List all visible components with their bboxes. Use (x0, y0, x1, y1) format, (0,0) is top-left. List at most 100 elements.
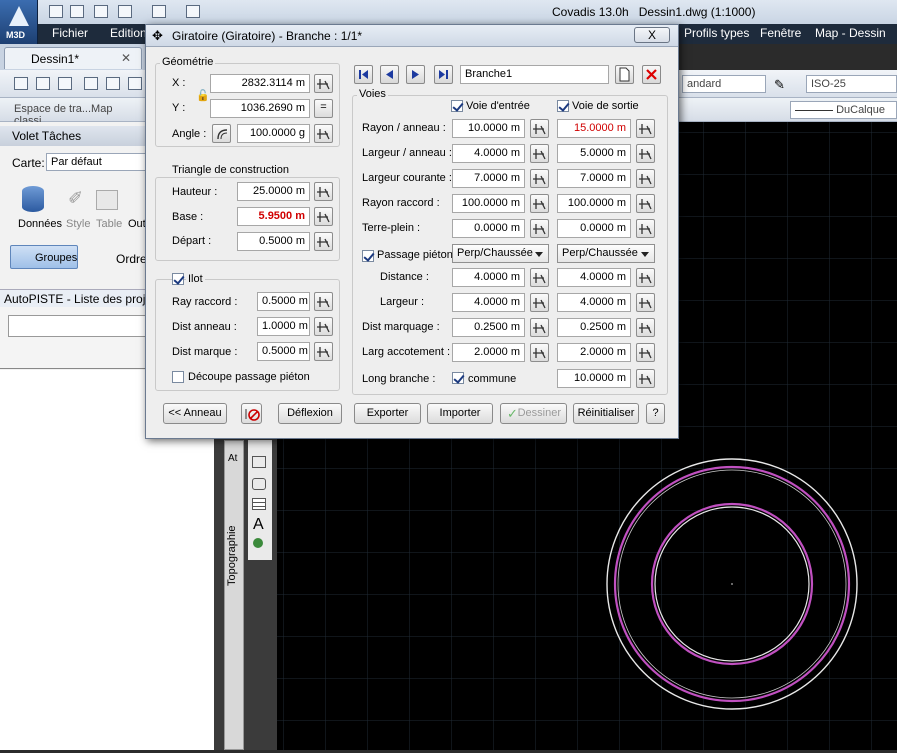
pick-entree-button[interactable] (530, 169, 549, 188)
deflexion-button[interactable]: Déflexion (278, 403, 342, 424)
depart-field[interactable]: 0.5000 m (237, 232, 310, 251)
voie-sortie-field[interactable]: 15.0000 m (557, 119, 631, 138)
voie-sortie-field[interactable]: 2.0000 m (557, 343, 631, 362)
menu-map-dessin[interactable]: Map - Dessin (815, 26, 886, 40)
voie-sortie-field[interactable]: 5.0000 m (557, 144, 631, 163)
text-tool-icon[interactable]: A (253, 516, 264, 534)
dim-style-select[interactable]: ISO-25 (806, 75, 897, 93)
print-icon[interactable] (84, 77, 98, 90)
previous-branch-button[interactable] (380, 65, 399, 84)
pick-sortie-button[interactable] (636, 144, 655, 163)
pick-sortie-button[interactable] (636, 268, 655, 287)
groupes-button[interactable]: Groupes (10, 245, 78, 269)
pick-entree-button[interactable] (530, 318, 549, 337)
pick-dist-marque-button[interactable] (314, 342, 333, 361)
passage-sortie-select[interactable]: Perp/Chaussée (557, 244, 655, 263)
text-style-select[interactable]: andard (682, 75, 766, 93)
menu-fenetre[interactable]: Fenêtre (760, 26, 801, 40)
pick-sortie-button[interactable] (636, 343, 655, 362)
rectangle-tool-icon[interactable] (252, 456, 266, 468)
voie-sortie-field[interactable]: 100.0000 m (557, 194, 631, 213)
equal-button[interactable]: = (314, 99, 333, 118)
pick-sortie-button[interactable] (636, 219, 655, 238)
layer-select[interactable]: DuCalque (790, 101, 897, 119)
pick-entree-button[interactable] (530, 293, 549, 312)
anneau-button[interactable]: << Anneau (163, 403, 227, 424)
tab-at[interactable]: At (228, 453, 237, 464)
passage-entree-select[interactable]: Perp/Chaussée (452, 244, 549, 263)
print-icon[interactable] (186, 5, 200, 18)
carte-select[interactable]: Par défaut (46, 153, 156, 171)
ilot-checkbox[interactable] (172, 273, 184, 285)
save-icon[interactable] (94, 5, 108, 18)
pick-entree-button[interactable] (530, 268, 549, 287)
chart-icon[interactable] (94, 347, 124, 359)
pick-entree-button[interactable] (530, 343, 549, 362)
base-field[interactable]: 5.9500 m (237, 207, 310, 226)
y-field[interactable]: 1036.2690 m (210, 99, 310, 118)
voie-entree-field[interactable]: 0.2500 m (452, 318, 525, 337)
new-branch-button[interactable] (615, 65, 634, 84)
angle-arc-button[interactable] (212, 124, 231, 143)
passage-pieton-checkbox[interactable] (362, 250, 374, 262)
save-icon[interactable] (58, 77, 72, 90)
decoupe-checkbox[interactable] (172, 371, 184, 383)
menu-profils-types[interactable]: Profils types (684, 26, 749, 40)
voie-sortie-field[interactable]: 7.0000 m (557, 169, 631, 188)
voie-sortie-field[interactable]: 0.0000 m (557, 219, 631, 238)
pick-sortie-button[interactable] (636, 169, 655, 188)
pick-depart-button[interactable] (314, 232, 333, 251)
voie-entree-field[interactable]: 4.0000 m (452, 144, 525, 163)
ordre-button[interactable]: Ordre (116, 252, 147, 266)
angle-field[interactable]: 100.0000 g (237, 124, 310, 143)
points-tool-icon[interactable] (253, 538, 263, 548)
voie-entree-field[interactable]: 2.0000 m (452, 343, 525, 362)
open-icon[interactable] (36, 77, 50, 90)
dessiner-button[interactable]: ✓ Dessiner (500, 403, 567, 424)
branch-name-field[interactable]: Branche1 (460, 65, 609, 84)
voie-entree-field[interactable]: 100.0000 m (452, 194, 525, 213)
database-icon[interactable] (22, 186, 44, 212)
grid-icon[interactable] (52, 347, 82, 359)
dialog-title-bar[interactable]: ✥ Giratoire (Giratoire) - Branche : 1/1*… (146, 25, 678, 47)
symbol-button[interactable] (241, 403, 262, 424)
dist-anneau-field[interactable]: 1.0000 m (257, 317, 310, 336)
hauteur-field[interactable]: 25.0000 m (237, 182, 310, 201)
pick-entree-button[interactable] (530, 194, 549, 213)
table-tool-icon[interactable] (252, 498, 266, 510)
voie-entree-field[interactable]: 4.0000 m (452, 268, 525, 287)
commune-checkbox[interactable] (452, 372, 464, 384)
menu-fichier[interactable]: Fichier (52, 26, 88, 40)
voie-entree-checkbox[interactable] (451, 100, 463, 112)
pick-sortie-button[interactable] (636, 318, 655, 337)
plot-icon[interactable] (128, 77, 142, 90)
pick-entree-button[interactable] (530, 119, 549, 138)
open-icon[interactable] (70, 5, 84, 18)
new-icon[interactable] (49, 5, 63, 18)
pick-ray-raccord-button[interactable] (314, 292, 333, 311)
voie-entree-field[interactable]: 0.0000 m (452, 219, 525, 238)
pick-sortie-button[interactable] (636, 293, 655, 312)
help-button[interactable]: ? (646, 403, 665, 424)
style-button[interactable]: Style (66, 218, 90, 230)
voie-entree-field[interactable]: 7.0000 m (452, 169, 525, 188)
voie-sortie-field[interactable]: 4.0000 m (557, 293, 631, 312)
x-field[interactable]: 2832.3114 m (210, 74, 310, 93)
dist-marque-field[interactable]: 0.5000 m (257, 342, 310, 361)
pick-entree-button[interactable] (530, 144, 549, 163)
last-branch-button[interactable] (434, 65, 453, 84)
delete-branch-button[interactable] (642, 65, 661, 84)
reinitialiser-button[interactable]: Réinitialiser (573, 403, 639, 424)
camera-tool-icon[interactable] (252, 478, 266, 490)
pick-angle-button[interactable] (314, 124, 333, 143)
lock-icon[interactable]: 🔓 (196, 89, 210, 102)
voie-entree-field[interactable]: 4.0000 m (452, 293, 525, 312)
close-icon[interactable]: ✕ (121, 51, 131, 65)
tab-topographie[interactable]: Topographie (226, 525, 238, 586)
next-branch-button[interactable] (406, 65, 425, 84)
workspace-select[interactable]: Espace de tra...Map classi (10, 101, 146, 127)
dialog-close-button[interactable]: X (634, 27, 670, 43)
donnees-button[interactable]: Données (18, 218, 62, 230)
voie-sortie-checkbox[interactable] (557, 100, 569, 112)
pick-sortie-button[interactable] (636, 194, 655, 213)
